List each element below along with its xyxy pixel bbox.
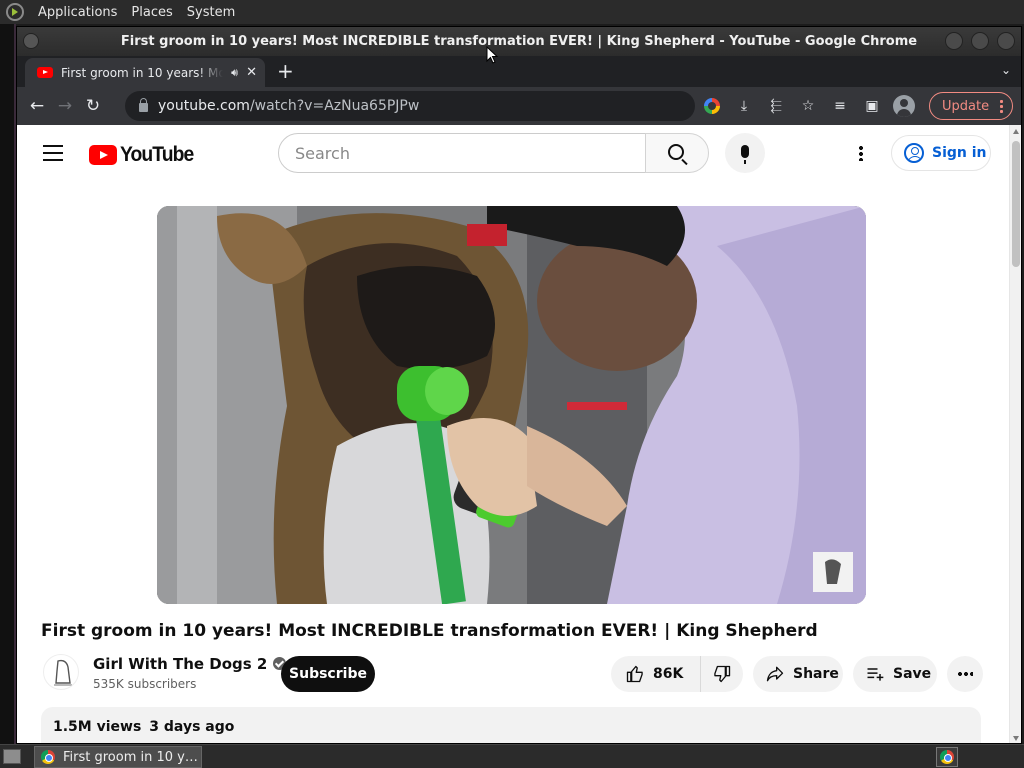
- video-player[interactable]: [157, 206, 866, 604]
- microphone-icon: [741, 144, 749, 164]
- minimize-button[interactable]: [945, 32, 963, 50]
- channel-avatar[interactable]: [43, 654, 79, 690]
- search-button[interactable]: [645, 133, 709, 173]
- distro-logo-icon[interactable]: [6, 3, 24, 21]
- subscriber-count: 535K subscribers: [93, 677, 197, 691]
- show-desktop-icon[interactable]: [3, 749, 21, 764]
- sign-in-label: Sign in: [932, 145, 987, 161]
- share-label: Share: [793, 666, 839, 682]
- reload-button[interactable]: ↻: [79, 92, 107, 120]
- tab-search-chevron-icon[interactable]: ⌄: [1001, 63, 1011, 77]
- settings-more-icon[interactable]: [859, 145, 863, 161]
- install-app-icon[interactable]: ⤓: [731, 93, 757, 119]
- maximize-button[interactable]: [971, 32, 989, 50]
- search-placeholder: Search: [295, 143, 350, 163]
- description-box[interactable]: 1.5M views 3 days ago: [41, 707, 981, 743]
- view-count: 1.5M views: [53, 719, 142, 735]
- menu-places[interactable]: Places: [124, 5, 179, 20]
- page-content: YouTube Search Sign in First groom in 10…: [17, 125, 1021, 743]
- channel-name[interactable]: Girl With The Dogs 2: [93, 655, 287, 673]
- youtube-logo[interactable]: YouTube: [89, 143, 200, 167]
- new-tab-button[interactable]: +: [277, 60, 294, 82]
- media-controls-icon[interactable]: ≡: [827, 93, 853, 119]
- address-bar[interactable]: youtube.com/watch?v=AzNua65PJPw: [125, 91, 695, 121]
- menu-system[interactable]: System: [180, 5, 242, 20]
- forward-button[interactable]: →: [51, 92, 79, 120]
- thumbs-down-icon: [714, 665, 731, 683]
- share-icon[interactable]: ⬱: [763, 93, 789, 119]
- mouse-cursor-icon: [486, 46, 499, 64]
- search-input[interactable]: Search: [278, 133, 646, 173]
- tab-close-icon[interactable]: ✕: [246, 65, 257, 80]
- like-dislike-group: 86K: [611, 656, 743, 692]
- menu-applications[interactable]: Applications: [31, 5, 124, 20]
- chrome-window: First groom in 10 years! Most INCREDIBLE…: [16, 26, 1022, 744]
- tab-youtube[interactable]: First groom in 10 years! Most INCREDIBLE…: [25, 58, 265, 87]
- video-frame: [157, 206, 866, 604]
- share-button[interactable]: Share: [753, 656, 843, 692]
- profile-avatar-icon[interactable]: [891, 93, 917, 119]
- taskbar-item-label: First groom in 10 ye...: [63, 749, 201, 765]
- url-host: youtube.com: [158, 98, 250, 114]
- update-label: Update: [942, 98, 990, 114]
- like-button[interactable]: 86K: [611, 656, 701, 692]
- youtube-header: YouTube Search Sign in: [17, 125, 1007, 181]
- sign-in-button[interactable]: Sign in: [891, 135, 991, 171]
- more-horizontal-icon: [957, 672, 973, 676]
- bottom-taskbar: First groom in 10 ye...: [0, 744, 1024, 768]
- desktop-left-edge: [0, 24, 16, 744]
- save-button[interactable]: Save: [853, 656, 937, 692]
- window-menu-icon[interactable]: [23, 33, 39, 49]
- subscribe-button[interactable]: Subscribe: [281, 656, 375, 692]
- save-label: Save: [893, 666, 932, 682]
- page-scrollbar[interactable]: [1009, 125, 1021, 743]
- back-button[interactable]: ←: [23, 92, 51, 120]
- tray-chrome-icon[interactable]: [936, 747, 958, 767]
- youtube-play-icon: [89, 145, 117, 165]
- scroll-down-icon[interactable]: [1013, 736, 1019, 741]
- audio-playing-icon[interactable]: 🔊︎: [231, 66, 238, 80]
- video-title: First groom in 10 years! Most INCREDIBLE…: [41, 621, 818, 641]
- like-count: 86K: [653, 666, 684, 682]
- window-titlebar[interactable]: First groom in 10 years! Most INCREDIBLE…: [17, 27, 1021, 56]
- tab-strip: First groom in 10 years! Most INCREDIBLE…: [17, 56, 1021, 87]
- account-icon: [904, 143, 924, 163]
- thumbs-up-icon: [626, 665, 643, 683]
- youtube-wordmark: YouTube: [120, 143, 194, 166]
- bookmark-star-icon[interactable]: ☆: [795, 93, 821, 119]
- voice-search-button[interactable]: [725, 133, 765, 173]
- hamburger-menu-icon[interactable]: [43, 145, 63, 161]
- youtube-favicon-icon: [37, 67, 53, 78]
- chrome-menu-icon[interactable]: [1000, 99, 1003, 113]
- channel-name-text: Girl With The Dogs 2: [93, 655, 268, 673]
- lock-icon[interactable]: [139, 98, 148, 112]
- url-path: /watch?v=AzNua65PJPw: [249, 98, 420, 114]
- search-icon: [668, 144, 684, 160]
- scroll-thumb[interactable]: [1012, 141, 1020, 267]
- google-lens-icon[interactable]: [699, 93, 725, 119]
- tab-title: First groom in 10 years! Most INCREDIBLE…: [61, 65, 223, 80]
- more-actions-button[interactable]: [947, 656, 983, 692]
- add-to-playlist-icon: [867, 668, 884, 681]
- chrome-icon: [41, 750, 55, 764]
- dislike-button[interactable]: [701, 664, 743, 684]
- top-panel: Applications Places System: [0, 0, 1024, 24]
- taskbar-chrome-window[interactable]: First groom in 10 ye...: [34, 746, 202, 768]
- share-arrow-icon: [766, 666, 784, 682]
- scroll-up-icon[interactable]: [1013, 129, 1019, 134]
- update-button[interactable]: Update: [929, 92, 1013, 120]
- close-window-button[interactable]: [997, 32, 1015, 50]
- publish-date: 3 days ago: [149, 719, 235, 735]
- side-panel-icon[interactable]: ▣: [859, 93, 885, 119]
- browser-toolbar: ← → ↻ youtube.com/watch?v=AzNua65PJPw ⤓ …: [17, 87, 1021, 125]
- window-title: First groom in 10 years! Most INCREDIBLE…: [120, 34, 918, 49]
